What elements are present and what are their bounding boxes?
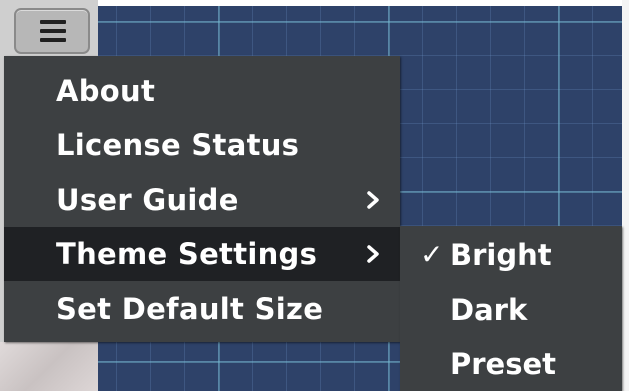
hamburger-menu-button[interactable] — [14, 8, 90, 54]
submenu-item-dark[interactable]: Dark — [400, 283, 622, 337]
hamburger-icon — [40, 18, 66, 44]
menu-item-about[interactable]: About — [4, 64, 400, 118]
menu-item-label: Theme Settings — [56, 237, 318, 271]
menu-item-label: Set Default Size — [56, 292, 324, 326]
left-panel-thumbnail — [0, 342, 98, 391]
right-edge-background — [622, 0, 629, 391]
menu-item-label: About — [56, 74, 156, 108]
menu-item-license-status[interactable]: License Status — [4, 118, 400, 172]
submenu-item-label: Preset — [450, 347, 557, 381]
theme-submenu: ✓ Bright Dark Preset — [400, 226, 622, 391]
chevron-right-icon — [367, 191, 379, 209]
menu-item-label: User Guide — [56, 183, 239, 217]
menu-item-theme-settings[interactable]: Theme Settings — [4, 227, 400, 281]
submenu-item-label: Dark — [450, 293, 528, 327]
chevron-right-icon — [367, 245, 379, 263]
submenu-item-preset[interactable]: Preset — [400, 337, 622, 391]
menu-item-user-guide[interactable]: User Guide — [4, 173, 400, 227]
menu-item-label: License Status — [56, 128, 300, 162]
submenu-item-label: Bright — [450, 238, 552, 272]
main-menu: About License Status User Guide Theme Se… — [4, 56, 400, 342]
submenu-item-bright[interactable]: ✓ Bright — [400, 228, 622, 282]
check-icon: ✓ — [420, 238, 444, 271]
menu-item-set-default-size[interactable]: Set Default Size — [4, 282, 400, 336]
